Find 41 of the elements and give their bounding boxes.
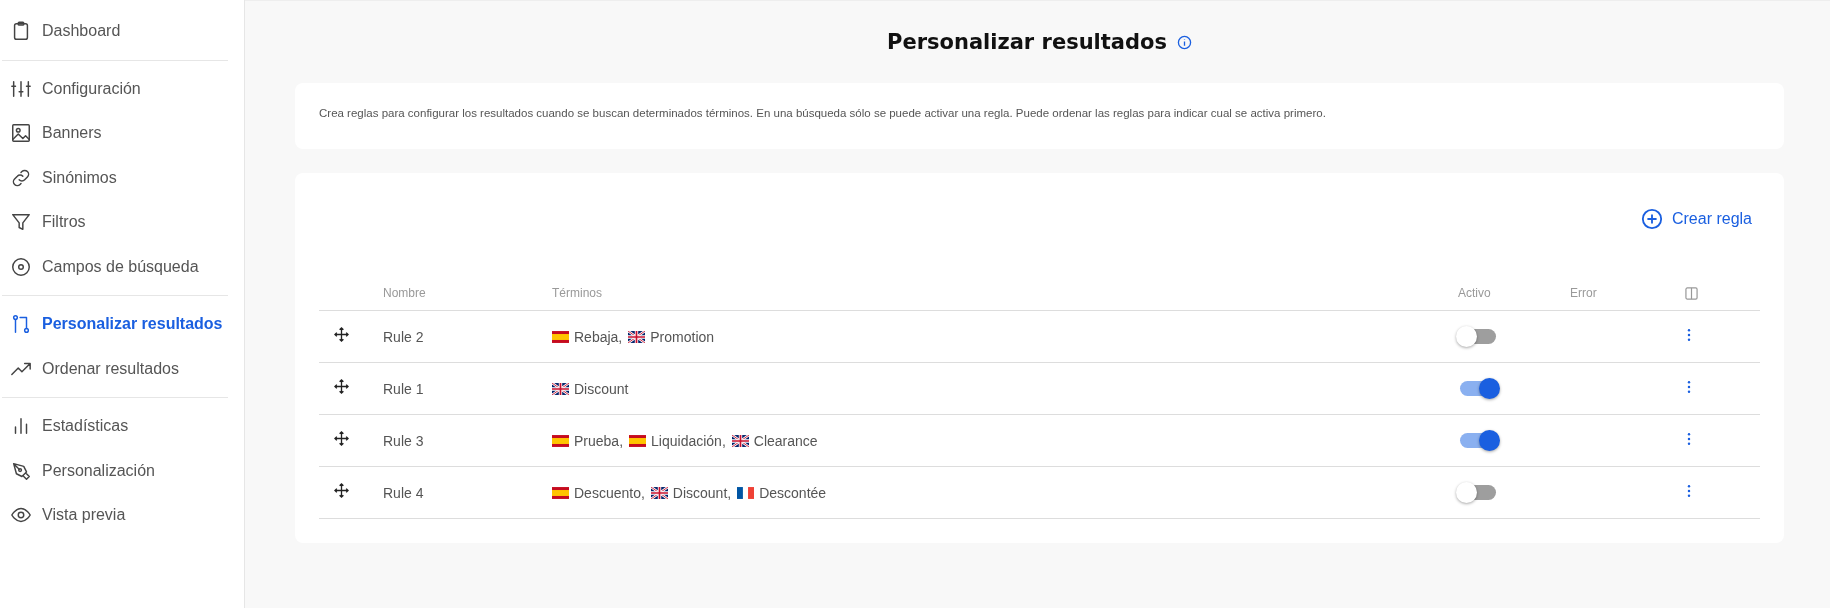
- description-text: Crea reglas para configurar los resultados cuando se buscan determinados términos. En una búsqueda sólo se puede activar una regla. Puede ordenar las reglas para indicar cual se activa primero.: [319, 107, 1327, 119]
- term-text: Rebaja,: [574, 328, 623, 345]
- target-icon: [10, 255, 32, 278]
- rule-name: Rule 2: [383, 328, 425, 345]
- sidebar-item[interactable]: Ordenar resultados: [0, 346, 244, 391]
- drag-handle-icon[interactable]: [334, 327, 349, 342]
- term-text: Discount,: [672, 484, 732, 501]
- sidebar-item[interactable]: Personalización: [0, 448, 244, 493]
- branch-icon: [10, 313, 32, 336]
- drag-handle-icon[interactable]: [334, 431, 349, 446]
- sidebar-item[interactable]: Configuración: [0, 66, 244, 111]
- term-text: Clearance: [753, 432, 818, 449]
- sidebar-item[interactable]: Banners: [0, 111, 244, 156]
- page-title: Personalizar resultados: [887, 30, 1167, 54]
- rule-name: Rule 4: [383, 484, 425, 501]
- more-options-icon[interactable]: [1687, 483, 1691, 498]
- more-options-icon[interactable]: [1687, 379, 1691, 394]
- rule-name: Rule 3: [383, 432, 425, 449]
- info-icon[interactable]: [1176, 34, 1192, 50]
- more-options-icon[interactable]: [1687, 431, 1691, 446]
- create-rule-button[interactable]: Crear regla: [1640, 206, 1752, 232]
- sidebar-item[interactable]: Vista previa: [0, 493, 244, 538]
- term-text: Discount: [574, 380, 629, 397]
- term-text: Prueba,: [574, 432, 624, 449]
- sidebar-item[interactable]: Campos de búsqueda: [0, 244, 244, 289]
- drag-handle-icon[interactable]: [334, 379, 349, 394]
- rule-name: Rule 1: [383, 380, 425, 397]
- drag-handle-icon[interactable]: [334, 483, 349, 498]
- sidebar-item[interactable]: Dashboard: [0, 9, 244, 54]
- more-options-icon[interactable]: [1687, 327, 1691, 342]
- sidebar-item[interactable]: Sinónimos: [0, 155, 244, 200]
- image-icon: [10, 122, 32, 145]
- term-text: Descuento,: [574, 484, 645, 501]
- sidebar-item[interactable]: Estadísticas: [0, 404, 244, 449]
- sidebar-item[interactable]: Personalizar resultados: [0, 302, 244, 347]
- add-circle-icon: [1640, 208, 1663, 230]
- columns-icon[interactable]: [1685, 287, 1698, 300]
- sidebar-item[interactable]: Filtros: [0, 200, 244, 245]
- term-text: Descontée: [759, 484, 827, 501]
- term-text: Promotion: [650, 328, 715, 345]
- term-text: Liquidación,: [651, 432, 726, 449]
